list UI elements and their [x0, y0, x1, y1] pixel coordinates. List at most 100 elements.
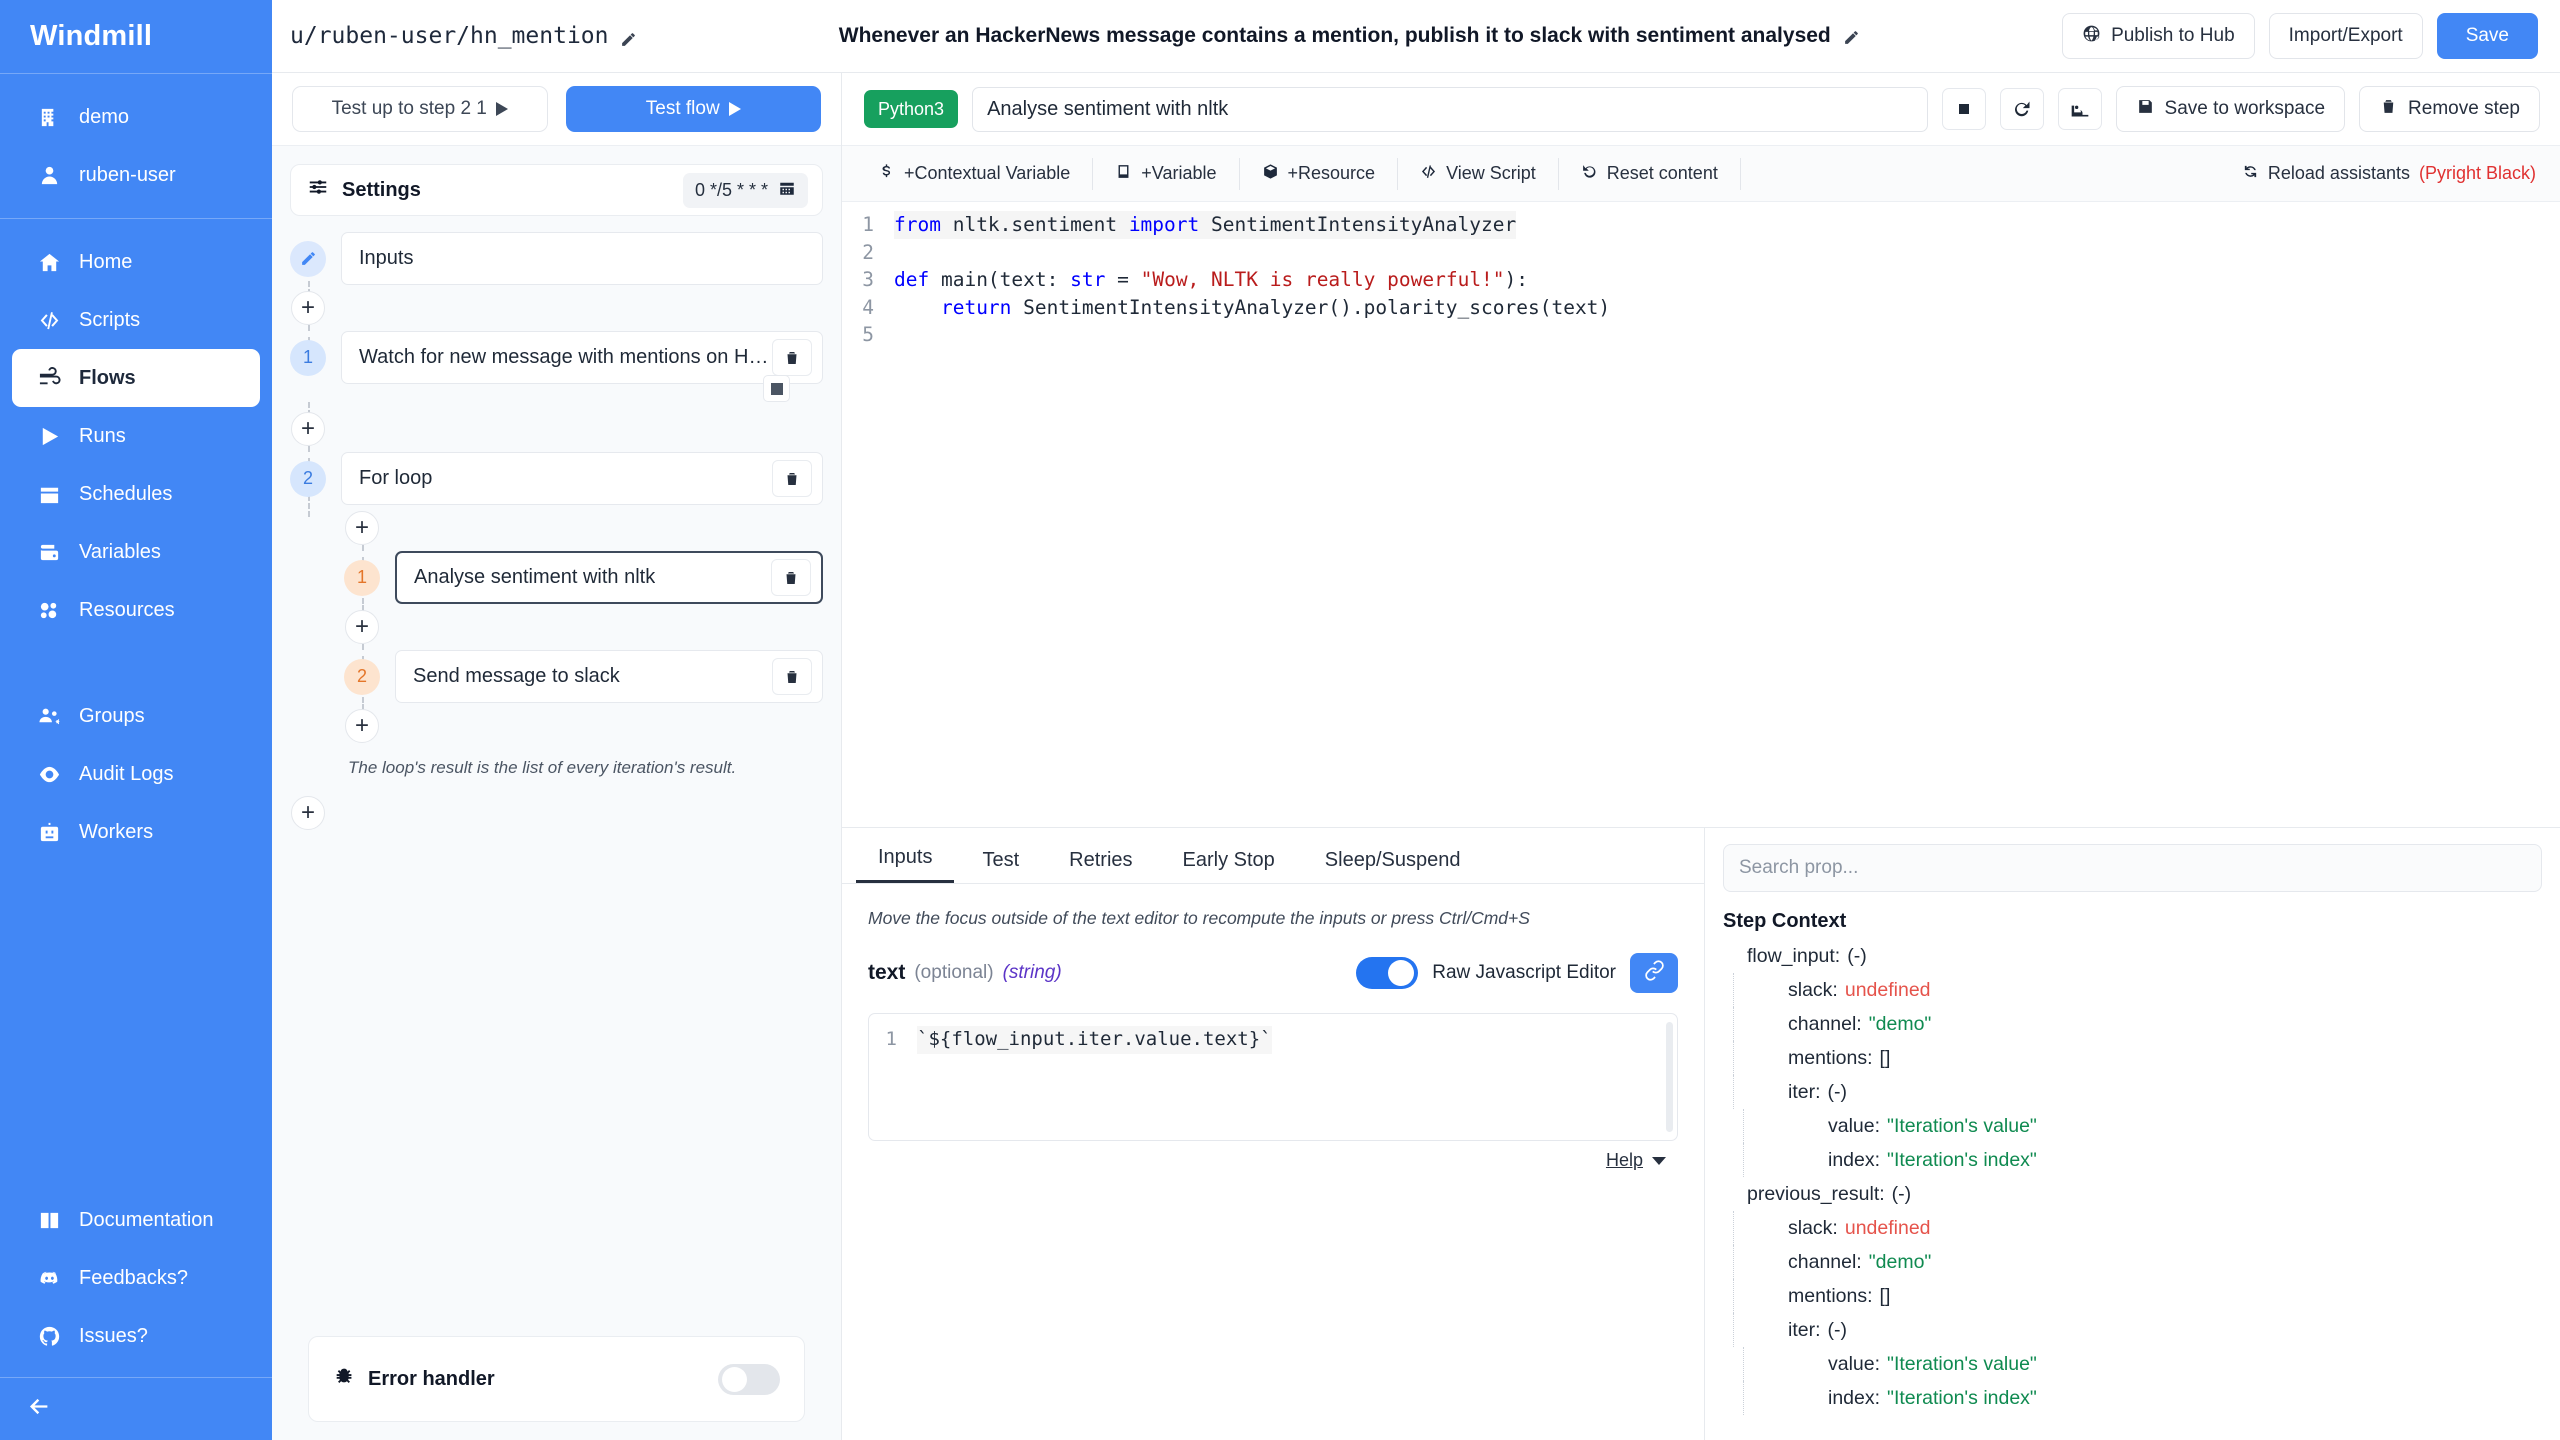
sidebar-item-documentation[interactable]: Documentation [12, 1191, 260, 1249]
delete-step-button[interactable] [772, 339, 812, 376]
add-step-button[interactable]: + [291, 412, 325, 446]
test-up-to-step-button[interactable]: Test up to step 2 1 [292, 86, 548, 132]
stop-button[interactable] [1942, 88, 1986, 130]
save-label: Save [2466, 25, 2509, 47]
flow-node-substep-1[interactable]: 1 Analyse sentiment with nltk [290, 551, 823, 604]
node-card[interactable]: Watch for new message with mentions on H… [341, 331, 823, 384]
sidebar-item-home[interactable]: Home [12, 233, 260, 291]
flow-path[interactable]: u/ruben-user/hn_mention [290, 23, 637, 49]
refresh-button[interactable] [2000, 88, 2044, 130]
context-key: mentions: [1788, 1047, 1873, 1069]
tab-early-stop[interactable]: Early Stop [1161, 849, 1297, 883]
add-step-button[interactable]: + [291, 291, 325, 325]
undo-icon [1581, 163, 1598, 185]
flow-node-for-loop[interactable]: 2 For loop [290, 452, 823, 505]
tab-sleep-suspend[interactable]: Sleep/Suspend [1303, 849, 1483, 883]
field-name: text [868, 961, 905, 985]
scrollbar[interactable] [1666, 1022, 1673, 1132]
github-icon [36, 1323, 62, 1349]
help-button[interactable]: Help [868, 1141, 1678, 1171]
step-name-input[interactable]: Analyse sentiment with nltk [972, 87, 1927, 132]
sleep-button[interactable] [2058, 88, 2102, 130]
javascript-expression-editor[interactable]: 1 `${flow_input.iter.value.text}` [868, 1013, 1678, 1141]
sidebar-item-resources[interactable]: Resources [12, 581, 260, 639]
stop-icon[interactable] [763, 375, 790, 402]
context-entry[interactable]: index:"Iteration's index" [1743, 1143, 2542, 1177]
link-button[interactable] [1630, 953, 1678, 993]
add-resource-button[interactable]: +Resource [1240, 158, 1399, 190]
sidebar-item-groups[interactable]: Groups [12, 687, 260, 745]
add-step-button[interactable]: + [291, 796, 325, 830]
add-step-button[interactable]: + [345, 610, 379, 644]
error-handler-card[interactable]: Error handler [308, 1336, 805, 1422]
publish-to-hub-button[interactable]: Publish to Hub [2062, 13, 2255, 59]
add-step-button[interactable]: + [345, 511, 379, 545]
cron-badge[interactable]: 0 */5 * * * [683, 173, 808, 208]
assistants-status: (Pyright Black) [2419, 163, 2536, 184]
code-body[interactable]: 1from nltk.sentiment import SentimentInt… [842, 202, 2560, 349]
context-value: "demo" [1869, 1013, 1932, 1035]
sidebar-item-runs[interactable]: Runs [12, 407, 260, 465]
tab-inputs[interactable]: Inputs [856, 846, 954, 883]
import-export-button[interactable]: Import/Export [2269, 13, 2423, 59]
pencil-icon[interactable] [620, 28, 637, 45]
context-value: [] [1880, 1047, 1891, 1069]
context-entry[interactable]: index:"Iteration's index" [1743, 1381, 2542, 1415]
flow-node-inputs[interactable]: Inputs [290, 232, 823, 285]
context-entry[interactable]: iter:(-) [1733, 1075, 2542, 1109]
js-code[interactable]: 1 `${flow_input.iter.value.text}` [869, 1014, 1677, 1054]
raw-javascript-editor-toggle[interactable] [1356, 957, 1418, 989]
sidebar-item-issues[interactable]: Issues? [12, 1307, 260, 1365]
context-entry[interactable]: channel:"demo" [1733, 1007, 2542, 1041]
code-editor[interactable]: 1from nltk.sentiment import SentimentInt… [842, 202, 2560, 828]
tool-label: +Contextual Variable [904, 163, 1070, 184]
node-card[interactable]: Send message to slack [395, 650, 823, 703]
settings-card[interactable]: Settings 0 */5 * * * [290, 164, 823, 216]
sidebar-item-audit-logs[interactable]: Audit Logs [12, 745, 260, 803]
context-entry[interactable]: slack:undefined [1733, 1211, 2542, 1245]
sidebar-collapse-button[interactable] [0, 1378, 272, 1440]
sidebar-item-variables[interactable]: Variables [12, 523, 260, 581]
delete-step-button[interactable] [771, 559, 811, 596]
reset-content-button[interactable]: Reset content [1559, 158, 1741, 190]
delete-step-button[interactable] [772, 658, 812, 695]
add-variable-button[interactable]: +Variable [1093, 158, 1239, 190]
error-handler-toggle[interactable] [718, 1364, 780, 1395]
view-script-button[interactable]: View Script [1398, 158, 1559, 190]
node-card[interactable]: Analyse sentiment with nltk [395, 551, 823, 604]
context-entry[interactable]: iter:(-) [1733, 1313, 2542, 1347]
context-entry[interactable]: channel:"demo" [1733, 1245, 2542, 1279]
context-entry[interactable]: value:"Iteration's value" [1743, 1109, 2542, 1143]
node-card[interactable]: Inputs [341, 232, 823, 285]
test-flow-button[interactable]: Test flow [566, 86, 822, 132]
context-entry[interactable]: mentions:[] [1733, 1279, 2542, 1313]
context-value: (-) [1847, 945, 1866, 967]
flow-node-step-1[interactable]: 1 Watch for new message with mentions on… [290, 331, 823, 384]
save-to-workspace-button[interactable]: Save to workspace [2116, 86, 2346, 132]
context-entry[interactable]: value:"Iteration's value" [1743, 1347, 2542, 1381]
context-entry[interactable]: mentions: [] [1733, 1041, 2542, 1075]
context-entry[interactable]: slack:undefined [1733, 973, 2542, 1007]
tab-test[interactable]: Test [960, 849, 1041, 883]
context-entry[interactable]: previous_result:(-) [1723, 1177, 2542, 1211]
sidebar-item-scripts[interactable]: Scripts [12, 291, 260, 349]
context-entry[interactable]: flow_input:(-) [1723, 939, 2542, 973]
tab-retries[interactable]: Retries [1047, 849, 1154, 883]
sidebar-item-schedules[interactable]: Schedules [12, 465, 260, 523]
sidebar-item-workspace[interactable]: demo [12, 88, 260, 146]
add-contextual-variable-button[interactable]: +Contextual Variable [856, 158, 1093, 190]
search-prop-input[interactable]: Search prop... [1723, 844, 2542, 892]
sidebar-item-feedbacks[interactable]: Feedbacks? [12, 1249, 260, 1307]
flow-node-substep-2[interactable]: 2 Send message to slack [290, 650, 823, 703]
sidebar-item-workers[interactable]: Workers [12, 803, 260, 861]
delete-step-button[interactable] [772, 460, 812, 497]
add-step-button[interactable]: + [345, 709, 379, 743]
inputs-tab-content: Move the focus outside of the text edito… [842, 884, 1704, 1171]
remove-step-button[interactable]: Remove step [2359, 86, 2540, 132]
pencil-icon[interactable] [1843, 28, 1860, 45]
node-card[interactable]: For loop [341, 452, 823, 505]
sidebar-item-flows[interactable]: Flows [12, 349, 260, 407]
save-button[interactable]: Save [2437, 13, 2538, 59]
sidebar-item-user[interactable]: ruben-user [12, 146, 260, 204]
reload-assistants-button[interactable]: Reload assistants (Pyright Black) [2242, 163, 2560, 185]
